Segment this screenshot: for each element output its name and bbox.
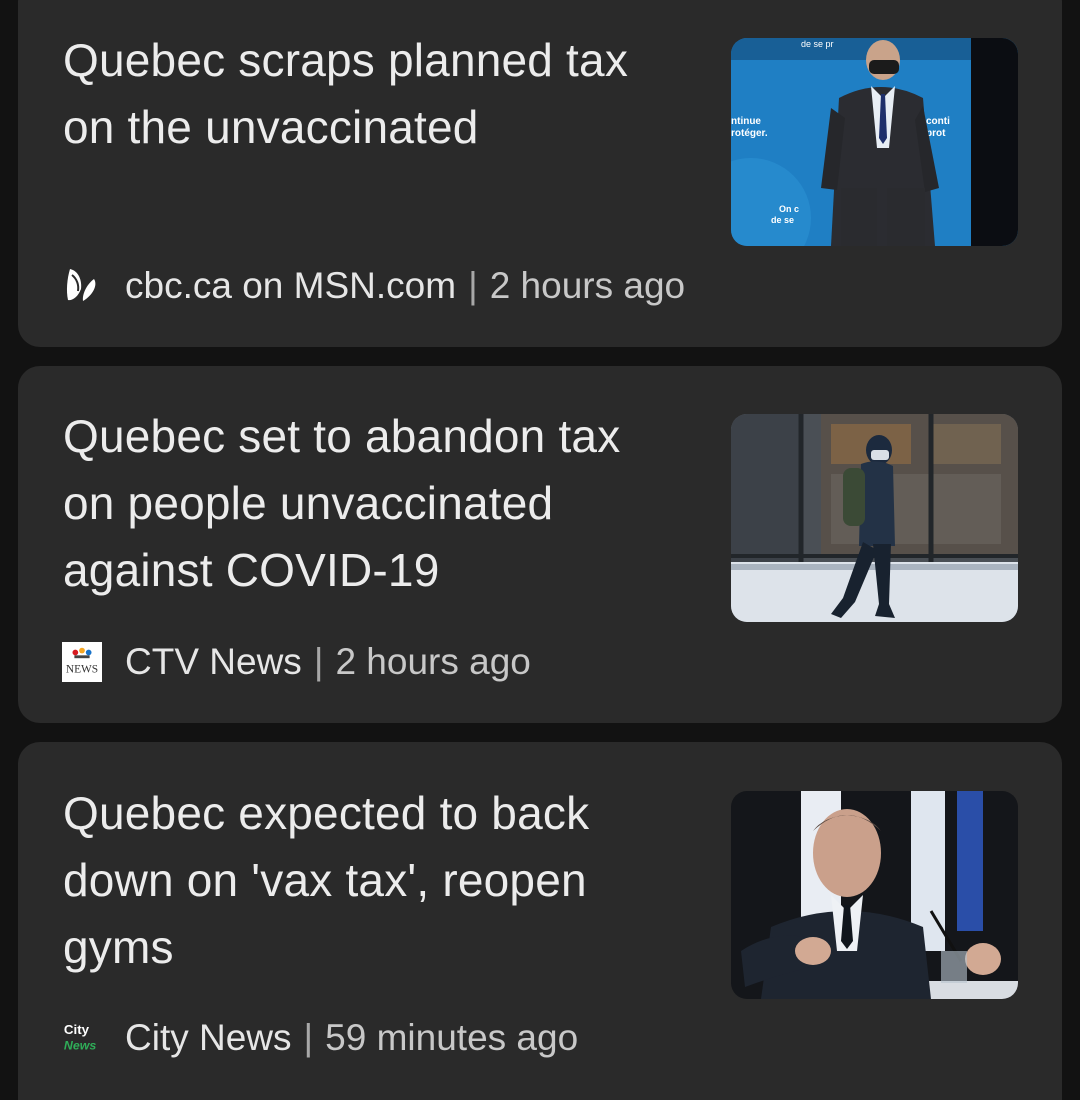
logo-text: NEWS <box>66 663 98 675</box>
image-text: de se pr <box>801 39 834 49</box>
headline-line: Quebec scraps planned tax <box>63 34 629 86</box>
news-feed: Quebec scraps planned tax on the unvacci… <box>0 0 1080 1100</box>
meta-separator: | <box>303 1017 314 1058</box>
article-headline[interactable]: Quebec set to abandon tax on people unva… <box>63 403 703 604</box>
image-text: conti <box>926 116 950 127</box>
news-card[interactable]: Quebec expected to back down on 'vax tax… <box>18 742 1062 1100</box>
headline-line: against COVID-19 <box>63 544 440 596</box>
article-time: 2 hours ago <box>335 641 531 682</box>
news-card[interactable]: Quebec set to abandon tax on people unva… <box>18 366 1062 723</box>
article-source[interactable]: City News <box>125 1017 292 1059</box>
logo-text: City <box>64 1022 90 1037</box>
image-text: ntinue <box>731 116 761 127</box>
meta-separator: | <box>313 641 324 682</box>
msn-butterfly-icon <box>62 266 102 306</box>
meta-separator: | <box>468 265 478 306</box>
article-source[interactable]: cbc.ca on MSN.com <box>125 265 456 307</box>
article-source[interactable]: CTV News <box>125 641 302 683</box>
article-time: 2 hours ago <box>489 265 686 306</box>
article-thumbnail[interactable] <box>731 414 1018 622</box>
headline-line: gyms <box>63 921 174 973</box>
article-time: 59 minutes ago <box>325 1017 579 1058</box>
article-thumbnail[interactable]: de se pr ntinue rotéger. conti prot On c… <box>731 38 1018 246</box>
headline-line: on people unvaccinated <box>63 477 554 529</box>
news-card[interactable]: Quebec scraps planned tax on the unvacci… <box>18 0 1062 347</box>
article-thumbnail[interactable] <box>731 791 1018 999</box>
image-text: de se <box>771 215 794 225</box>
image-text: On c <box>779 204 799 214</box>
article-headline[interactable]: Quebec expected to back down on 'vax tax… <box>63 780 703 981</box>
article-meta: cbc.ca on MSN.com | 2 hours ago <box>62 263 685 309</box>
image-text: rotéger. <box>731 128 768 139</box>
citynews-logo-icon: City News <box>62 1018 102 1058</box>
article-headline[interactable]: Quebec scraps planned tax on the unvacci… <box>63 27 703 161</box>
headline-line: Quebec expected to back <box>63 787 590 839</box>
headline-line: on the unvaccinated <box>63 101 479 153</box>
article-meta: NEWS CTV News | 2 hours ago <box>62 639 531 685</box>
headline-line: Quebec set to abandon tax <box>63 410 621 462</box>
ctv-news-logo-icon: NEWS <box>62 642 102 682</box>
logo-text: News <box>64 1038 96 1052</box>
article-meta: City News City News | 59 minutes ago <box>62 1015 578 1061</box>
headline-line: down on 'vax tax', reopen <box>63 854 587 906</box>
